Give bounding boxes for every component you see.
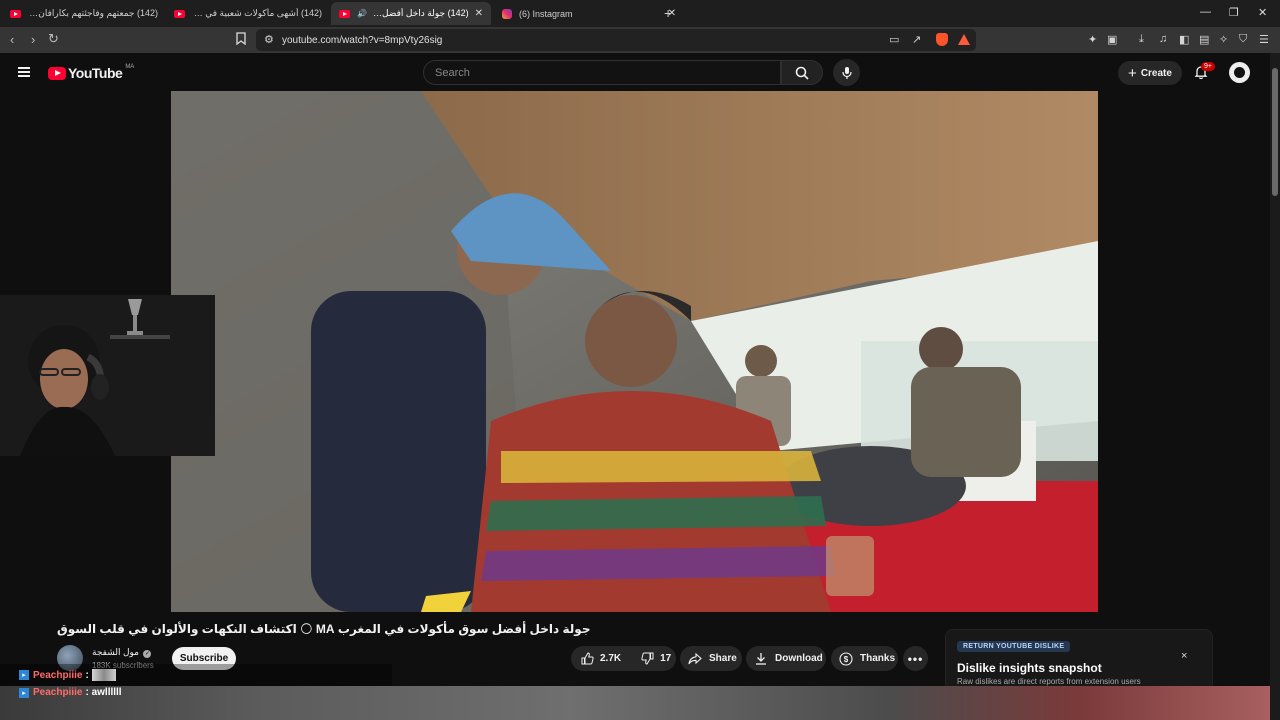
extension-tag: RETURN YOUTUBE DISLIKE <box>957 641 1071 652</box>
screenshot-icon[interactable]: ▣ <box>1107 33 1117 46</box>
like-button[interactable]: 2.7K <box>571 646 631 671</box>
forward-icon[interactable]: › <box>31 32 35 47</box>
search-placeholder: Search <box>435 66 470 79</box>
video-player[interactable] <box>171 91 1098 612</box>
microphone-icon <box>841 66 852 79</box>
tab-active[interactable]: 🔊 (142) جولة داخل أفضل سوق مأ... ✕ <box>331 2 491 25</box>
close-tab-icon[interactable]: ✕ <box>475 8 483 19</box>
search-input[interactable]: Search <box>423 60 781 85</box>
download-button[interactable]: Download <box>746 646 826 671</box>
video-title: جولة داخل أفضل سوق مأكولات في المغرب MA … <box>57 622 591 636</box>
wallet-icon[interactable]: ▤ <box>1199 33 1209 46</box>
emote-icon <box>91 669 116 681</box>
youtube-favicon-icon <box>10 9 21 18</box>
thumbs-up-icon <box>581 652 594 665</box>
share-page-icon[interactable]: ↗ <box>912 33 921 46</box>
back-icon[interactable]: ‹ <box>10 32 14 47</box>
account-avatar[interactable] <box>1229 62 1250 83</box>
restore-icon[interactable]: ❐ <box>1229 6 1239 19</box>
browser-tab-strip: (142) جمعتهم وفاجئتهم بكارافان بمناسبة (… <box>0 0 1280 27</box>
media-icon[interactable]: ♫ <box>1159 33 1167 45</box>
share-icon <box>688 652 702 664</box>
scrollbar-thumb[interactable] <box>1272 68 1278 196</box>
thanks-label: Thanks <box>860 653 896 664</box>
chat-text: : awllllll <box>85 687 122 698</box>
search-icon <box>795 66 809 80</box>
chat-username: Peachpiiie <box>33 687 83 698</box>
menu-icon[interactable]: ☰ <box>1259 33 1269 46</box>
notification-badge: 9+ <box>1201 62 1215 71</box>
tab-4[interactable]: (6) Instagram ✕ <box>494 2 684 25</box>
brave-rewards-icon[interactable] <box>958 34 970 45</box>
share-label: Share <box>709 653 737 664</box>
svg-text:$: $ <box>844 655 849 664</box>
webcam-frame <box>0 295 215 456</box>
tab-1[interactable]: (142) جمعتهم وفاجئتهم بكارافان بمناسبة <box>2 2 166 25</box>
tab-title: (142) جمعتهم وفاجئتهم بكارافان بمناسبة <box>28 8 158 18</box>
youtube-masthead: YouTube MA Search + Create 9+ <box>0 53 1270 91</box>
create-button[interactable]: + Create <box>1118 61 1182 85</box>
window-close-icon[interactable]: ✕ <box>1258 6 1267 19</box>
like-count: 2.7K <box>600 653 622 664</box>
url-text: youtube.com/watch?v=8mpVty26sig <box>282 34 443 46</box>
minimize-icon[interactable]: — <box>1200 6 1211 18</box>
voice-search-button[interactable] <box>833 59 860 86</box>
bookmark-icon[interactable] <box>236 32 246 48</box>
chat-text: : <box>85 669 89 681</box>
tab-2[interactable]: (142) أشهى مأكولات شعبية في م... <box>166 2 330 25</box>
tab-title: (142) أشهى مأكولات شعبية في م... <box>192 8 322 18</box>
channel-name[interactable]: مول الشفجة ✓ <box>92 647 152 658</box>
chat-message: ▸ Peachpiiie : <box>19 669 116 681</box>
cast-icon[interactable]: ▭ <box>889 33 899 46</box>
sidebar-icon[interactable]: ◧ <box>1179 33 1189 46</box>
tab-title: (6) Instagram <box>519 8 573 19</box>
youtube-play-icon <box>48 66 66 80</box>
guide-menu-icon[interactable] <box>18 67 30 77</box>
search-button[interactable] <box>781 60 823 85</box>
card-subtext: Raw dislikes are direct reports from ext… <box>957 677 1141 686</box>
video-frame <box>171 91 1098 612</box>
new-tab-button[interactable]: + <box>664 5 672 21</box>
address-bar[interactable]: ⚙ youtube.com/watch?v=8mpVty26sig ▭ ↗ <box>256 29 976 51</box>
youtube-logo[interactable]: YouTube MA <box>48 64 135 81</box>
plus-icon: + <box>1128 64 1137 82</box>
streamer-webcam <box>0 295 215 456</box>
chat-username: Peachpiiie <box>33 669 83 681</box>
logo-text: YouTube <box>68 65 123 81</box>
country-code: MA <box>125 64 135 70</box>
verified-icon: ✓ <box>143 650 152 658</box>
brave-shields-icon[interactable] <box>936 33 948 46</box>
share-button[interactable]: Share <box>680 646 742 671</box>
below-video-content <box>0 686 1270 720</box>
download-icon <box>756 653 766 665</box>
thanks-button[interactable]: $ Thanks <box>831 646 898 671</box>
download-icon[interactable]: ⤓ <box>1139 33 1144 46</box>
create-label: Create <box>1140 67 1172 79</box>
youtube-favicon-icon <box>339 9 350 18</box>
chat-message: ▸ Peachpiiie : awllllll <box>19 687 122 698</box>
site-info-icon[interactable]: ⚙ <box>264 33 274 46</box>
dislike-count: 17 <box>660 653 672 664</box>
kick-badge-icon: ▸ <box>19 670 29 680</box>
like-dislike-group: 2.7K 17 <box>571 646 676 671</box>
reload-icon[interactable]: ↻ <box>48 31 59 47</box>
speaker-icon[interactable]: 🔊 <box>357 9 367 18</box>
close-card-button[interactable]: × <box>1181 650 1187 662</box>
kick-badge-icon: ▸ <box>19 687 29 698</box>
download-label: Download <box>775 653 823 664</box>
thumbs-down-icon <box>641 652 654 665</box>
instagram-favicon-icon <box>502 8 512 19</box>
dislike-insights-card: RETURN YOUTUBE DISLIKE × Dislike insight… <box>945 629 1213 691</box>
card-heading: Dislike insights snapshot <box>957 661 1102 675</box>
tab-title: (142) جولة داخل أفضل سوق مأ... <box>371 8 469 18</box>
super-thanks-icon: $ <box>839 651 853 666</box>
dislike-button[interactable]: 17 <box>631 646 681 671</box>
browser-toolbar: ‹ › ↻ ⚙ youtube.com/watch?v=8mpVty26sig … <box>0 27 1280 53</box>
youtube-favicon-icon <box>174 9 185 18</box>
channel-name-text: مول الشفجة <box>92 647 139 657</box>
vpn-icon[interactable]: ⛉ <box>1239 33 1247 46</box>
leo-ai-icon[interactable]: ✧ <box>1219 33 1228 46</box>
extensions-icon[interactable]: ✦ <box>1088 33 1097 46</box>
more-actions-button[interactable]: ••• <box>903 646 928 671</box>
